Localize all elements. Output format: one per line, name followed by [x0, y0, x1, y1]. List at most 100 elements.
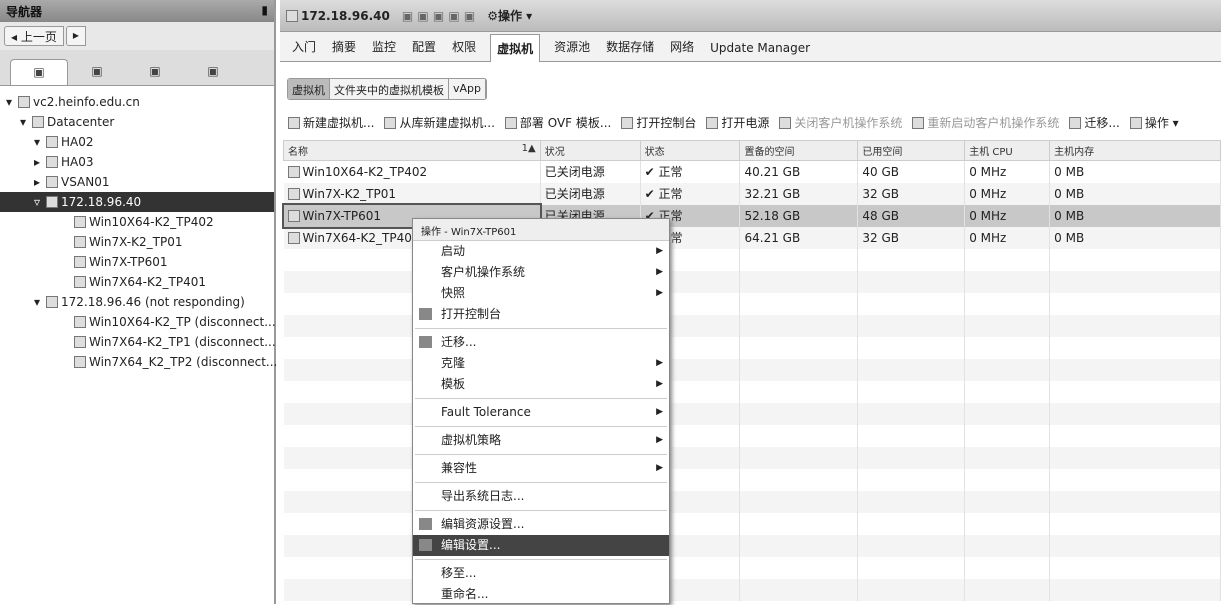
tab[interactable]: 入门 [290, 38, 318, 61]
expand-toggle-icon[interactable]: ▾ [20, 112, 32, 132]
menu-item[interactable]: 兼容性 ▶ [413, 458, 669, 479]
tree-node[interactable]: ▾ vc2.heinfo.edu.cn [0, 92, 274, 112]
column-header[interactable]: 置备的空间 [739, 140, 859, 161]
vm-icon [74, 216, 86, 228]
vms-templates-icon[interactable]: ▣ [68, 59, 126, 85]
menu-item[interactable]: 导出系统日志... [413, 486, 669, 507]
column-header[interactable]: 状态 [639, 140, 741, 161]
expand-toggle-icon[interactable]: ▾ [34, 132, 46, 152]
column-header[interactable]: 名称 1▲ [283, 140, 541, 161]
tree-node[interactable]: Win7X-K2_TP01 [0, 232, 274, 252]
menu-item[interactable]: 编辑资源设置... [413, 514, 669, 535]
tab[interactable]: 数据存储 [604, 38, 656, 61]
expand-toggle-icon[interactable]: ▸ [34, 152, 46, 172]
tab[interactable]: 资源池 [552, 38, 592, 61]
expand-toggle-icon[interactable]: ▿ [34, 192, 46, 212]
tree-node[interactable]: ▾ Datacenter [0, 112, 274, 132]
table-cell [1049, 402, 1221, 425]
status-ok-icon: ✔ [644, 187, 659, 201]
table-cell [964, 556, 1051, 579]
subtab[interactable]: vApp [449, 79, 486, 99]
tree-node[interactable]: ▸ VSAN01 [0, 172, 274, 192]
menu-item[interactable]: 克隆 ▶ [413, 353, 669, 374]
network-icon[interactable]: ▣ [184, 59, 242, 85]
console-icon [419, 308, 432, 320]
tab[interactable]: 权限 [450, 38, 478, 61]
tree-node[interactable]: ▸ HA03 [0, 152, 274, 172]
tree-node[interactable]: Win10X64-K2_TP402 [0, 212, 274, 232]
toolbar-button[interactable]: 打开控制台 [621, 114, 696, 131]
table-row[interactable]: Win7X-K2_TP01 已关闭电源 ✔ 正常 32.21 GB 32 GB 0 MHz… [283, 182, 1221, 205]
expand-toggle-icon[interactable]: ▾ [6, 92, 18, 112]
storage-icon[interactable]: ▣ [126, 59, 184, 85]
tree-node[interactable]: ▾ HA02 [0, 132, 274, 152]
tree-node[interactable]: ▾ 172.18.96.46 (not responding) [0, 292, 274, 312]
toolbar-button[interactable]: 从库新建虚拟机... [384, 114, 495, 131]
table-cell [964, 380, 1051, 403]
table-cell [857, 336, 966, 359]
table-cell: 已关闭电源 [540, 182, 641, 205]
migrate-icon [419, 336, 432, 348]
table-cell [964, 358, 1051, 381]
toolbar-button[interactable]: 重新启动客户机操作系统 [912, 114, 1059, 131]
back-button[interactable]: ◂ 上一页 [4, 26, 64, 46]
table-cell: 0 MB [1049, 160, 1221, 183]
menu-item[interactable]: 模板 ▶ [413, 374, 669, 395]
tab[interactable]: 摘要 [330, 38, 358, 61]
tree-node[interactable]: Win7X-TP601 [0, 252, 274, 272]
tab[interactable]: 网络 [668, 38, 696, 61]
menu-item[interactable]: 编辑设置... [413, 535, 669, 556]
column-header[interactable]: 状况 [539, 140, 641, 161]
host-action-icons[interactable]: ▣ ▣ ▣ ▣ ▣ [402, 9, 475, 23]
table-cell [857, 446, 966, 469]
menu-item[interactable]: 客户机操作系统 ▶ [413, 262, 669, 283]
column-header[interactable]: 主机内存 [1049, 140, 1221, 161]
toolbar-button[interactable]: 部署 OVF 模板... [504, 114, 611, 131]
menu-item[interactable]: 打开控制台 [413, 304, 669, 325]
menu-item[interactable]: 重命名... [413, 584, 669, 605]
table-cell [739, 556, 859, 579]
vm-icon [287, 187, 300, 200]
table-cell [739, 402, 859, 425]
tree-node[interactable]: Win7X64-K2_TP1 (disconnect... [0, 332, 276, 352]
tab[interactable]: 监控 [370, 38, 398, 61]
table-cell [1049, 534, 1221, 557]
toolbar-button[interactable]: 新建虚拟机... [288, 114, 374, 131]
table-cell [739, 270, 859, 293]
table-cell: 52.18 GB [739, 204, 859, 227]
expand-toggle-icon[interactable]: ▸ [34, 172, 46, 192]
tab[interactable]: 虚拟机 [490, 34, 541, 62]
subtab[interactable]: 文件夹中的虚拟机模板 [330, 79, 449, 99]
pin-icon[interactable]: ▮ [261, 3, 268, 19]
table-cell [964, 402, 1051, 425]
menu-item[interactable]: 迁移... [413, 332, 669, 353]
submenu-arrow-icon: ▶ [656, 435, 663, 445]
table-cell [857, 534, 966, 557]
forward-button[interactable]: ▸ [65, 26, 86, 46]
subtab[interactable]: 虚拟机 [288, 79, 330, 99]
expand-toggle-icon[interactable]: ▾ [34, 292, 46, 312]
menu-item[interactable]: 快照 ▶ [413, 283, 669, 304]
menu-item[interactable]: 移至... [413, 563, 669, 584]
column-header[interactable]: 已用空间 [857, 140, 966, 161]
toolbar-button[interactable]: 打开电源 [706, 114, 769, 131]
tree-node[interactable]: Win7X64-K2_TP401 [0, 272, 274, 292]
table-cell: 0 MHz [964, 182, 1051, 205]
menu-item[interactable]: 虚拟机策略 ▶ [413, 430, 669, 451]
actions-menu-button[interactable]: ⚙操作 ▾ [487, 7, 532, 24]
column-header[interactable]: 主机 CPU [964, 140, 1051, 161]
tree-node[interactable]: Win7X64_K2_TP2 (disconnect... [0, 352, 277, 372]
submenu-arrow-icon: ▶ [656, 267, 663, 277]
tree-node[interactable]: Win10X64-K2_TP (disconnect... [0, 312, 276, 332]
toolbar-button[interactable]: 关闭客户机操作系统 [779, 114, 902, 131]
table-cell [739, 314, 859, 337]
tab[interactable]: Update Manager [708, 41, 812, 61]
tab[interactable]: 配置 [410, 38, 438, 61]
menu-item[interactable]: Fault Tolerance ▶ [413, 402, 669, 423]
toolbar-button[interactable]: 迁移... [1069, 114, 1120, 131]
tree-node[interactable]: ▿ 172.18.96.40 [0, 192, 274, 212]
menu-item[interactable]: 启动 ▶ [413, 241, 669, 262]
toolbar-button[interactable]: 操作 ▾ [1129, 114, 1179, 131]
hosts-clusters-icon[interactable]: ▣ [10, 59, 68, 85]
table-row[interactable]: Win10X64-K2_TP402 已关闭电源 ✔ 正常 40.21 GB 40 GB 0… [283, 160, 1221, 183]
